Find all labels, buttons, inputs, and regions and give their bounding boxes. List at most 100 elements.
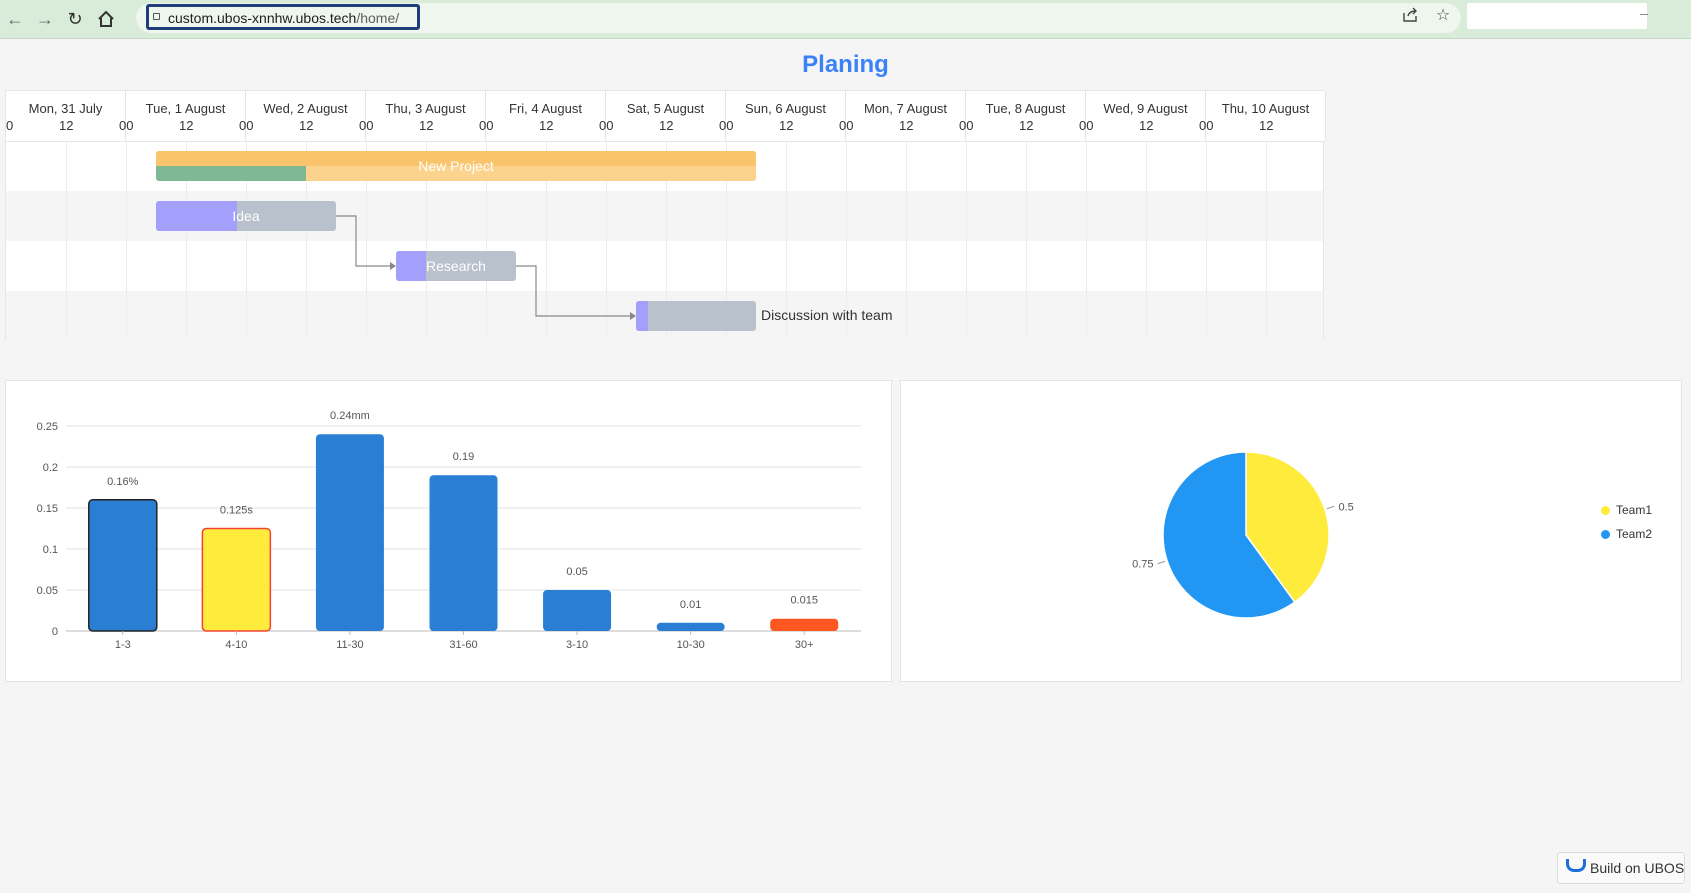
pie-value-label: 0.75 [1132,559,1153,571]
bar-chart-data-label: 0.05 [566,566,587,578]
build-on-ubos-badge[interactable]: Build on UBOS [1557,852,1685,884]
bar-chart-category-label: 1-3 [115,639,131,651]
gantt-row [6,241,1323,291]
gantt-grid-line [966,141,967,339]
legend-label: Team1 [1616,503,1653,517]
bar-chart-ytick-label: 0.25 [37,421,58,433]
page-title: Planing [802,51,889,78]
gantt-hour-label: 12 [1019,118,1034,133]
gantt-task-bar[interactable] [636,301,756,331]
gantt-hour-label: 12 [299,118,314,133]
gantt-task-label: Idea [232,208,260,224]
gantt-task-bar[interactable]: Research [396,251,516,281]
gantt-day-column: Tue, 1 August [126,91,246,141]
gantt-day-label: Fri, 4 August [509,101,582,116]
url-text: custom.ubos-xnnhw.ubos.tech/home/ [168,10,399,26]
gantt-day-label: Mon, 31 July [28,101,103,116]
gantt-day-label: Thu, 3 August [385,101,466,116]
gantt-hour-label: 12 [1259,118,1274,133]
bar-chart-data-label: 0.015 [790,595,818,607]
pie-value-label: 0.5 [1338,501,1353,513]
gantt-task-label: New Project [418,158,494,174]
gantt-day-label: Sun, 6 August [745,101,826,116]
bookmark-star-icon[interactable]: ☆ [1433,5,1453,25]
gantt-hour-label: 00 [1199,118,1214,133]
gantt-hour-label: 00 [239,118,254,133]
gantt-grid-line [906,141,907,339]
gantt-hour-label: 12 [1139,118,1154,133]
gantt-grid-line [126,141,127,339]
bar-chart-ytick-label: 0.1 [43,544,58,556]
gantt-hour-label: 12 [899,118,914,133]
bar-chart-data-label: 0.125s [220,505,254,517]
gantt-day-column: Wed, 2 August [246,91,366,141]
pie-legend-item[interactable]: Team2 [1601,527,1652,541]
gantt-hour-label: 12 [179,118,194,133]
pie-label-leader [1326,505,1335,510]
gantt-task-progress [636,301,648,331]
gantt-header: Mon, 31 July Tue, 1 August Wed, 2 August Th… [6,91,1326,142]
pie-chart-panel: 0.5 0.75 Team1 Team2 [900,380,1682,682]
gantt-day-label: Tue, 1 August [145,101,226,116]
legend-label: Team2 [1616,527,1653,541]
gantt-chart: Mon, 31 July Tue, 1 August Wed, 2 August Th… [5,90,1326,341]
home-icon[interactable] [93,6,119,32]
gantt-day-label: Tue, 8 August [985,101,1066,116]
gantt-day-label: Wed, 2 August [263,101,348,116]
gantt-day-column: Mon, 31 July [6,91,126,141]
badge-label: Build on UBOS [1590,860,1685,876]
pie-chart: 0.5 0.75 [1132,451,1354,619]
gantt-grid-line [1086,141,1087,339]
gantt-hour-label: 12 [779,118,794,133]
bar-chart-data-label: 0.01 [680,599,701,611]
gantt-day-column: Fri, 4 August [486,91,606,141]
bar-chart-bar [201,527,272,632]
bar-chart-bar [88,499,158,632]
gantt-day-column: Wed, 9 August [1086,91,1206,141]
gantt-hour-label: 00 [719,118,734,133]
gantt-day-column: Thu, 3 August [366,91,486,141]
browser-toolbar: ← → ↻ custom.ubos-xnnhw.ubos.tech/home/ … [0,0,1691,39]
gantt-grid-line [1206,141,1207,339]
bar-chart-category-label: 11-30 [336,639,363,651]
gantt-day-column: Mon, 7 August [846,91,966,141]
bar-chart-ytick-label: 0.2 [43,462,58,474]
gantt-hour-label: 00 [1079,118,1094,133]
url-path: /home/ [356,10,400,26]
gantt-hour-label: 00 [119,118,134,133]
bar-chart-bar [656,622,725,631]
legend-dot-icon [1601,530,1610,539]
gantt-task-label: Discussion with team [761,307,893,323]
share-icon[interactable] [1400,7,1420,28]
bar-chart-bar [429,475,498,631]
gantt-task-bar[interactable]: New Project [156,151,756,181]
gantt-task-label: Research [426,258,486,274]
bar-chart-ytick-label: 0 [52,626,58,638]
gantt-hour-label: 00 [599,118,614,133]
gantt-day-label: Wed, 9 August [1103,101,1188,116]
back-arrow-icon[interactable]: ← [2,6,28,32]
url-field[interactable]: custom.ubos-xnnhw.ubos.tech/home/ [146,4,420,30]
bar-chart-panel: 0 0.05 0.1 0.15 0.2 0.25 0.16% 1-3 0.125s 4-10 0.2… [5,380,892,682]
gantt-task-bar[interactable]: Idea [156,201,336,231]
legend-dot-icon [1601,506,1610,515]
bar-chart-category-label: 10-30 [677,639,705,651]
bar-chart-category-label: 30+ [795,639,814,651]
gantt-grid-line [1146,141,1147,339]
pie-label-leader [1157,560,1166,565]
reload-icon[interactable]: ↻ [62,6,88,32]
bar-chart-data-label: 0.16% [107,476,138,488]
bar-chart-bar [770,618,839,631]
gantt-day-column: Thu, 10 August [1206,91,1326,141]
gantt-hour-label: 00 [479,118,494,133]
gantt-day-label: Sat, 5 August [626,101,705,116]
profile-area[interactable] [1467,3,1647,29]
forward-arrow-icon[interactable]: → [32,6,58,32]
bar-chart-category-label: 4-10 [225,639,247,651]
gantt-hour-label: 12 [59,118,74,133]
pie-legend-item[interactable]: Team1 [1601,503,1652,517]
window-minimize-icon[interactable] [1640,14,1648,15]
bar-chart-ytick-label: 0.05 [37,585,58,597]
bar-chart-category-label: 31-60 [449,639,477,651]
gantt-day-label: Mon, 7 August [863,101,948,116]
